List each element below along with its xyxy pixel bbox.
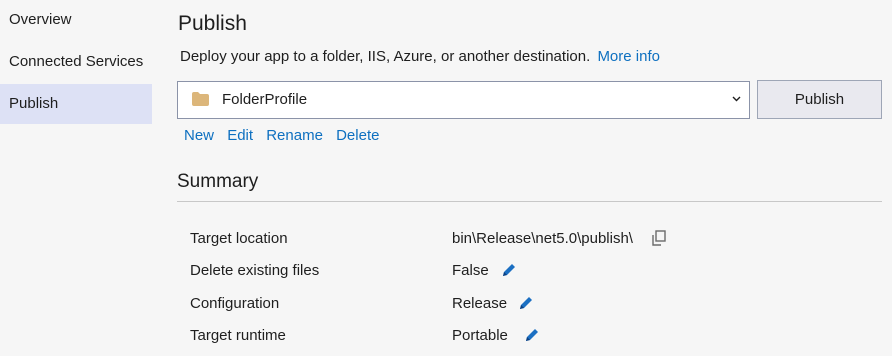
- profile-name: FolderProfile: [222, 91, 308, 108]
- row-value: Release: [452, 295, 508, 312]
- row-label: Configuration: [190, 295, 280, 312]
- row-label: Target location: [190, 230, 288, 247]
- description-text: Deploy your app to a folder, IIS, Azure,…: [180, 48, 591, 65]
- summary-row-configuration: Configuration Release: [190, 293, 880, 317]
- publish-button[interactable]: Publish: [757, 80, 882, 119]
- summary-heading: Summary: [177, 171, 259, 192]
- summary-row-target-location: Target location bin\Release\net5.0\publi…: [190, 228, 880, 252]
- edit-pencil-icon[interactable]: [523, 326, 541, 344]
- profile-actions: New Edit Rename Delete: [184, 127, 388, 144]
- profile-dropdown[interactable]: FolderProfile: [177, 81, 750, 119]
- row-value: bin\Release\net5.0\publish\: [452, 230, 633, 247]
- edit-pencil-icon[interactable]: [517, 294, 535, 312]
- copy-icon[interactable]: [650, 229, 668, 247]
- row-value: Portable: [452, 327, 508, 344]
- edit-pencil-icon[interactable]: [500, 261, 518, 279]
- chevron-down-icon: [732, 96, 741, 102]
- page-description: Deploy your app to a folder, IIS, Azure,…: [180, 48, 660, 65]
- edit-profile-link[interactable]: Edit: [227, 127, 253, 144]
- row-label: Delete existing files: [190, 262, 320, 279]
- row-label: Target runtime: [190, 327, 286, 344]
- sidebar-item-overview[interactable]: Overview: [0, 0, 152, 40]
- delete-profile-link[interactable]: Delete: [336, 127, 379, 144]
- more-info-link[interactable]: More info: [597, 48, 660, 65]
- folder-icon: [192, 92, 209, 106]
- sidebar: Overview Connected Services Publish: [0, 0, 152, 356]
- row-value: False: [452, 262, 489, 279]
- sidebar-item-publish[interactable]: Publish: [0, 84, 152, 124]
- summary-divider: [177, 201, 882, 202]
- publish-panel: Publish Deploy your app to a folder, IIS…: [177, 0, 892, 356]
- page-title: Publish: [178, 12, 247, 35]
- sidebar-item-connected-services[interactable]: Connected Services: [0, 42, 152, 82]
- rename-profile-link[interactable]: Rename: [266, 127, 323, 144]
- new-profile-link[interactable]: New: [184, 127, 214, 144]
- summary-row-target-runtime: Target runtime Portable: [190, 325, 880, 349]
- summary-row-delete-existing-files: Delete existing files False: [190, 260, 880, 284]
